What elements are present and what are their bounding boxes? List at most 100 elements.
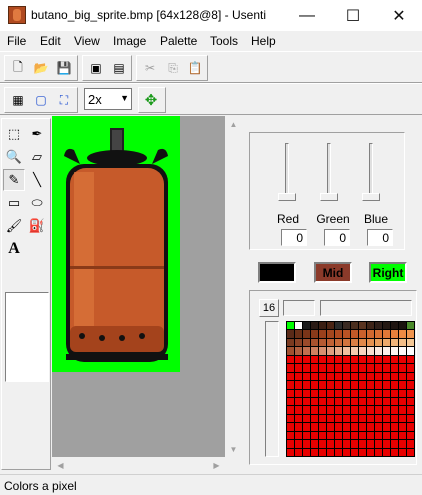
palette-swatch[interactable] (391, 338, 398, 347)
red-value-input[interactable]: 0 (281, 229, 307, 246)
palette-swatch[interactable] (303, 338, 310, 347)
palette-swatch[interactable] (375, 372, 382, 381)
palette-swatch[interactable] (327, 406, 334, 414)
palette-swatch[interactable] (335, 440, 342, 448)
palette-swatch[interactable] (383, 355, 390, 364)
palette-swatch[interactable] (335, 355, 342, 364)
palette-swatch[interactable] (327, 347, 334, 355)
palette-swatch[interactable] (367, 423, 374, 431)
palette-swatch[interactable] (383, 423, 390, 431)
palette-swatch[interactable] (295, 322, 302, 330)
palette-swatch[interactable] (303, 389, 310, 397)
palette-swatch[interactable] (303, 397, 310, 406)
palette-swatch[interactable] (327, 322, 334, 330)
palette-swatch[interactable] (351, 431, 358, 440)
palette-swatch[interactable] (335, 372, 342, 381)
palette-swatch[interactable] (335, 381, 342, 389)
export-icon[interactable]: ▤ (109, 58, 129, 78)
move-icon[interactable]: ✥ (141, 90, 161, 110)
palette-swatch[interactable] (375, 431, 382, 440)
palette-swatch[interactable] (391, 389, 398, 397)
palette-swatch[interactable] (399, 364, 406, 372)
palette-swatch[interactable] (399, 440, 406, 448)
palette-swatch[interactable] (367, 347, 374, 355)
palette-swatch[interactable] (407, 406, 414, 414)
palette-swatch[interactable] (399, 397, 406, 406)
palette-swatch[interactable] (287, 347, 294, 355)
palette-swatch[interactable] (319, 364, 326, 372)
palette-swatch[interactable] (399, 381, 406, 389)
palette-swatch[interactable] (359, 364, 366, 372)
palette-swatch[interactable] (367, 448, 374, 456)
palette-swatch[interactable] (343, 364, 350, 372)
palette-swatch[interactable] (343, 440, 350, 448)
palette-swatch[interactable] (375, 423, 382, 431)
palette-swatch[interactable] (343, 448, 350, 456)
palette-swatch[interactable] (383, 364, 390, 372)
palette-swatch[interactable] (407, 355, 414, 364)
palette-swatch[interactable] (287, 406, 294, 414)
palette-swatch[interactable] (287, 364, 294, 372)
palette-swatch[interactable] (391, 406, 398, 414)
palette-swatch[interactable] (295, 330, 302, 338)
palette-swatch[interactable] (407, 364, 414, 372)
palette-swatch[interactable] (359, 423, 366, 431)
eyedropper-icon[interactable]: ✒ (26, 123, 48, 145)
palette-grid[interactable] (286, 321, 415, 457)
palette-swatch[interactable] (327, 364, 334, 372)
palette-swatch[interactable] (391, 372, 398, 381)
palette-swatch[interactable] (351, 406, 358, 414)
ellipse-icon[interactable]: ⬭ (26, 192, 48, 214)
palette-swatch[interactable] (343, 322, 350, 330)
palette-swatch[interactable] (319, 397, 326, 406)
palette-swatch[interactable] (327, 423, 334, 431)
palette-swatch[interactable] (351, 338, 358, 347)
palette-swatch[interactable] (367, 364, 374, 372)
palette-swatch[interactable] (399, 338, 406, 347)
palette-swatch[interactable] (343, 397, 350, 406)
sprite-canvas[interactable] (52, 116, 180, 372)
line-icon[interactable]: ╲ (26, 169, 48, 191)
palette-swatch[interactable] (367, 389, 374, 397)
palette-swatch[interactable] (343, 372, 350, 381)
palette-swatch[interactable] (359, 338, 366, 347)
palette-swatch[interactable] (335, 322, 342, 330)
palette-swatch[interactable] (319, 381, 326, 389)
palette-swatch[interactable] (375, 355, 382, 364)
left-color-swatch[interactable] (258, 262, 296, 283)
palette-swatch[interactable] (383, 414, 390, 423)
palette-swatch[interactable] (407, 397, 414, 406)
brush-icon[interactable]: 🖌 (3, 215, 25, 237)
palette-swatch[interactable] (311, 372, 318, 381)
palette-swatch[interactable] (375, 381, 382, 389)
palette-swatch[interactable] (303, 372, 310, 381)
palette-swatch[interactable] (287, 355, 294, 364)
palette-swatch[interactable] (295, 431, 302, 440)
palette-swatch[interactable] (295, 372, 302, 381)
menu-view[interactable]: View (74, 34, 100, 48)
palette-swatch[interactable] (295, 381, 302, 389)
right-color-swatch[interactable]: Right (369, 262, 407, 283)
palette-swatch[interactable] (383, 338, 390, 347)
blue-slider-track[interactable] (369, 143, 373, 198)
palette-swatch[interactable] (303, 440, 310, 448)
palette-swatch[interactable] (407, 330, 414, 338)
palette-swatch[interactable] (351, 397, 358, 406)
zoom-select[interactable]: 2x ▼ (84, 88, 132, 110)
select-rect-icon[interactable]: ⬚ (3, 123, 25, 145)
palette-swatch[interactable] (295, 338, 302, 347)
palette-swatch[interactable] (311, 406, 318, 414)
palette-swatch[interactable] (311, 347, 318, 355)
palette-swatch[interactable] (399, 389, 406, 397)
palette-swatch[interactable] (295, 406, 302, 414)
red-slider-thumb[interactable] (278, 193, 296, 201)
blue-value-input[interactable]: 0 (367, 229, 393, 246)
palette-swatch[interactable] (287, 448, 294, 456)
palette-swatch[interactable] (327, 397, 334, 406)
palette-index-field[interactable] (283, 300, 315, 316)
palette-swatch[interactable] (343, 330, 350, 338)
palette-swatch[interactable] (335, 414, 342, 423)
palette-swatch[interactable] (375, 440, 382, 448)
palette-swatch[interactable] (335, 330, 342, 338)
palette-swatch[interactable] (295, 364, 302, 372)
